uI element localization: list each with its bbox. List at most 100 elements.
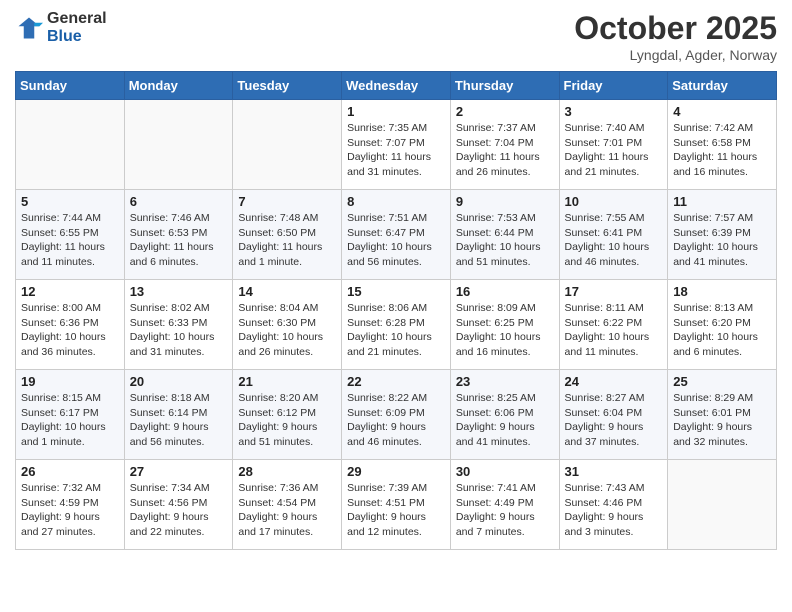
day-info: Sunrise: 7:46 AM Sunset: 6:53 PM Dayligh…: [130, 211, 228, 270]
logo: General Blue: [15, 10, 107, 45]
day-info: Sunrise: 7:44 AM Sunset: 6:55 PM Dayligh…: [21, 211, 119, 270]
day-number: 3: [565, 104, 663, 119]
day-number: 2: [456, 104, 554, 119]
day-number: 4: [673, 104, 771, 119]
day-info: Sunrise: 8:06 AM Sunset: 6:28 PM Dayligh…: [347, 301, 445, 360]
weekday-header-tuesday: Tuesday: [233, 72, 342, 100]
weekday-header-wednesday: Wednesday: [342, 72, 451, 100]
location-subtitle: Lyngdal, Agder, Norway: [574, 47, 777, 63]
calendar-day-cell: 22Sunrise: 8:22 AM Sunset: 6:09 PM Dayli…: [342, 370, 451, 460]
day-number: 18: [673, 284, 771, 299]
day-number: 22: [347, 374, 445, 389]
day-info: Sunrise: 7:34 AM Sunset: 4:56 PM Dayligh…: [130, 481, 228, 540]
day-info: Sunrise: 8:20 AM Sunset: 6:12 PM Dayligh…: [238, 391, 336, 450]
day-number: 15: [347, 284, 445, 299]
calendar-day-cell: 15 Sunrise: 8:06 AM Sunset: 6:28 PM Dayli…: [342, 280, 451, 370]
day-info: Sunrise: 7:39 AM Sunset: 4:51 PM Dayligh…: [347, 481, 445, 540]
day-number: 16: [456, 284, 554, 299]
day-info: Sunrise: 7:36 AM Sunset: 4:54 PM Dayligh…: [238, 481, 336, 540]
calendar-day-cell: 11 Sunrise: 7:57 AM Sunset: 6:39 PM Dayli…: [668, 190, 777, 280]
weekday-header-row: SundayMondayTuesdayWednesdayThursdayFrid…: [16, 72, 777, 100]
day-number: 23: [456, 374, 554, 389]
day-number: 9: [456, 194, 554, 209]
logo-text: General Blue: [47, 10, 107, 45]
calendar-day-cell: 9 Sunrise: 7:53 AM Sunset: 6:44 PM Daylig…: [450, 190, 559, 280]
calendar-day-cell: 25 Sunrise: 8:29 AM Sunset: 6:01 PM Dayli…: [668, 370, 777, 460]
calendar-day-cell: 2Sunrise: 7:37 AM Sunset: 7:04 PM Daylig…: [450, 100, 559, 190]
calendar-day-cell: 26 Sunrise: 7:32 AM Sunset: 4:59 PM Dayli…: [16, 460, 125, 550]
calendar-day-cell: 3 Sunrise: 7:40 AM Sunset: 7:01 PM Daylig…: [559, 100, 668, 190]
day-info: Sunrise: 7:53 AM Sunset: 6:44 PM Dayligh…: [456, 211, 554, 270]
day-info: Sunrise: 7:32 AM Sunset: 4:59 PM Dayligh…: [21, 481, 119, 540]
day-number: 24: [565, 374, 663, 389]
day-info: Sunrise: 7:41 AM Sunset: 4:49 PM Dayligh…: [456, 481, 554, 540]
calendar-day-cell: 27 Sunrise: 7:34 AM Sunset: 4:56 PM Dayli…: [124, 460, 233, 550]
day-info: Sunrise: 7:42 AM Sunset: 6:58 PM Dayligh…: [673, 121, 771, 180]
calendar-day-cell: 17Sunrise: 8:11 AM Sunset: 6:22 PM Dayli…: [559, 280, 668, 370]
calendar-day-cell: 31 Sunrise: 7:43 AM Sunset: 4:46 PM Dayli…: [559, 460, 668, 550]
calendar-empty-cell: [16, 100, 125, 190]
day-number: 13: [130, 284, 228, 299]
calendar-day-cell: 14 Sunrise: 8:04 AM Sunset: 6:30 PM Dayli…: [233, 280, 342, 370]
calendar-week-row: 5Sunrise: 7:44 AM Sunset: 6:55 PM Daylig…: [16, 190, 777, 280]
day-number: 26: [21, 464, 119, 479]
day-number: 28: [238, 464, 336, 479]
day-info: Sunrise: 8:27 AM Sunset: 6:04 PM Dayligh…: [565, 391, 663, 450]
title-block: October 2025 Lyngdal, Agder, Norway: [574, 10, 777, 63]
day-number: 27: [130, 464, 228, 479]
calendar-week-row: 12 Sunrise: 8:00 AM Sunset: 6:36 PM Dayli…: [16, 280, 777, 370]
calendar-week-row: 26 Sunrise: 7:32 AM Sunset: 4:59 PM Dayli…: [16, 460, 777, 550]
calendar-day-cell: 7 Sunrise: 7:48 AM Sunset: 6:50 PM Daylig…: [233, 190, 342, 280]
day-info: Sunrise: 8:04 AM Sunset: 6:30 PM Dayligh…: [238, 301, 336, 360]
day-info: Sunrise: 7:40 AM Sunset: 7:01 PM Dayligh…: [565, 121, 663, 180]
day-info: Sunrise: 8:00 AM Sunset: 6:36 PM Dayligh…: [21, 301, 119, 360]
day-number: 20: [130, 374, 228, 389]
day-number: 8: [347, 194, 445, 209]
day-number: 31: [565, 464, 663, 479]
calendar-day-cell: 30 Sunrise: 7:41 AM Sunset: 4:49 PM Dayli…: [450, 460, 559, 550]
calendar-table: SundayMondayTuesdayWednesdayThursdayFrid…: [15, 71, 777, 550]
day-number: 11: [673, 194, 771, 209]
calendar-day-cell: 23 Sunrise: 8:25 AM Sunset: 6:06 PM Dayli…: [450, 370, 559, 460]
logo-icon: [15, 14, 43, 42]
calendar-day-cell: 29Sunrise: 7:39 AM Sunset: 4:51 PM Dayli…: [342, 460, 451, 550]
day-info: Sunrise: 7:48 AM Sunset: 6:50 PM Dayligh…: [238, 211, 336, 270]
calendar-day-cell: 6 Sunrise: 7:46 AM Sunset: 6:53 PM Daylig…: [124, 190, 233, 280]
header: General Blue October 2025 Lyngdal, Agder…: [15, 10, 777, 63]
day-info: Sunrise: 8:25 AM Sunset: 6:06 PM Dayligh…: [456, 391, 554, 450]
day-info: Sunrise: 8:18 AM Sunset: 6:14 PM Dayligh…: [130, 391, 228, 450]
calendar-day-cell: 13Sunrise: 8:02 AM Sunset: 6:33 PM Dayli…: [124, 280, 233, 370]
weekday-header-saturday: Saturday: [668, 72, 777, 100]
day-number: 25: [673, 374, 771, 389]
calendar-day-cell: 20 Sunrise: 8:18 AM Sunset: 6:14 PM Dayli…: [124, 370, 233, 460]
calendar-day-cell: 8 Sunrise: 7:51 AM Sunset: 6:47 PM Daylig…: [342, 190, 451, 280]
day-number: 12: [21, 284, 119, 299]
day-number: 1: [347, 104, 445, 119]
weekday-header-thursday: Thursday: [450, 72, 559, 100]
day-info: Sunrise: 7:55 AM Sunset: 6:41 PM Dayligh…: [565, 211, 663, 270]
day-info: Sunrise: 8:09 AM Sunset: 6:25 PM Dayligh…: [456, 301, 554, 360]
day-info: Sunrise: 7:51 AM Sunset: 6:47 PM Dayligh…: [347, 211, 445, 270]
calendar-empty-cell: [668, 460, 777, 550]
calendar-week-row: 19Sunrise: 8:15 AM Sunset: 6:17 PM Dayli…: [16, 370, 777, 460]
day-info: Sunrise: 8:13 AM Sunset: 6:20 PM Dayligh…: [673, 301, 771, 360]
calendar-empty-cell: [233, 100, 342, 190]
day-info: Sunrise: 8:29 AM Sunset: 6:01 PM Dayligh…: [673, 391, 771, 450]
day-info: Sunrise: 8:11 AM Sunset: 6:22 PM Dayligh…: [565, 301, 663, 360]
day-number: 6: [130, 194, 228, 209]
weekday-header-sunday: Sunday: [16, 72, 125, 100]
month-title: October 2025: [574, 10, 777, 47]
day-number: 7: [238, 194, 336, 209]
day-number: 14: [238, 284, 336, 299]
weekday-header-monday: Monday: [124, 72, 233, 100]
calendar-day-cell: 21Sunrise: 8:20 AM Sunset: 6:12 PM Dayli…: [233, 370, 342, 460]
calendar-day-cell: 18 Sunrise: 8:13 AM Sunset: 6:20 PM Dayli…: [668, 280, 777, 370]
day-info: Sunrise: 7:57 AM Sunset: 6:39 PM Dayligh…: [673, 211, 771, 270]
calendar-day-cell: 5Sunrise: 7:44 AM Sunset: 6:55 PM Daylig…: [16, 190, 125, 280]
calendar-empty-cell: [124, 100, 233, 190]
day-info: Sunrise: 7:43 AM Sunset: 4:46 PM Dayligh…: [565, 481, 663, 540]
day-number: 19: [21, 374, 119, 389]
day-number: 30: [456, 464, 554, 479]
calendar-week-row: 1Sunrise: 7:35 AM Sunset: 7:07 PM Daylig…: [16, 100, 777, 190]
calendar-day-cell: 19Sunrise: 8:15 AM Sunset: 6:17 PM Dayli…: [16, 370, 125, 460]
